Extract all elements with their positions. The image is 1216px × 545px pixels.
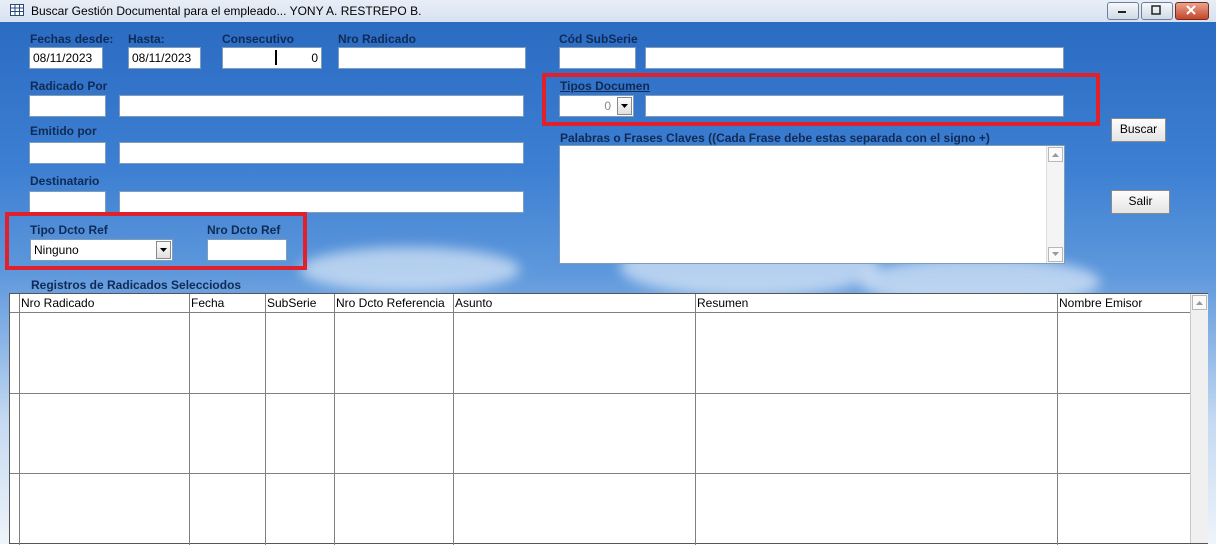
cloud bbox=[300, 247, 520, 292]
scroll-down-button[interactable] bbox=[1048, 247, 1063, 262]
tipo-dcto-ref-dropdown-button[interactable] bbox=[156, 241, 171, 259]
emitido-por-code-field[interactable] bbox=[29, 142, 106, 164]
table-row[interactable] bbox=[10, 313, 1190, 393]
window-title: Buscar Gestión Documental para el emplea… bbox=[31, 4, 422, 18]
radicado-por-label: Radicado Por bbox=[30, 79, 108, 93]
tipos-documen-dropdown-button[interactable] bbox=[617, 97, 632, 115]
radicado-por-code-field[interactable] bbox=[29, 95, 106, 117]
tipo-dcto-ref-select[interactable]: Ninguno bbox=[30, 239, 173, 261]
cod-subserie-name-field[interactable] bbox=[645, 47, 1064, 69]
column-header-subserie[interactable]: SubSerie bbox=[265, 294, 335, 313]
grid-scrollbar[interactable] bbox=[1190, 294, 1208, 543]
close-button[interactable] bbox=[1175, 2, 1209, 20]
emitido-por-label: Emitido por bbox=[30, 124, 97, 138]
salir-button[interactable]: Salir bbox=[1111, 190, 1170, 214]
destinatario-code-field[interactable] bbox=[29, 191, 106, 213]
palabras-textarea[interactable] bbox=[559, 145, 1065, 264]
tipos-documen-label: Tipos Documen bbox=[560, 79, 650, 93]
close-icon bbox=[1186, 5, 1196, 15]
column-header-fecha[interactable]: Fecha bbox=[189, 294, 266, 313]
buscar-button[interactable]: Buscar bbox=[1111, 118, 1166, 142]
cod-subserie-code-field[interactable] bbox=[559, 47, 636, 69]
column-header-resumen[interactable]: Resumen bbox=[695, 294, 1058, 313]
palabras-text bbox=[560, 146, 1045, 150]
hasta-field[interactable]: 08/11/2023 bbox=[128, 47, 201, 69]
nro-dcto-ref-label: Nro Dcto Ref bbox=[207, 223, 281, 237]
nro-dcto-ref-field[interactable] bbox=[207, 239, 287, 261]
maximize-icon bbox=[1151, 5, 1161, 15]
minimize-icon bbox=[1118, 11, 1126, 13]
scroll-up-button[interactable] bbox=[1048, 147, 1063, 162]
hasta-label: Hasta: bbox=[128, 32, 165, 46]
arrow-up-icon bbox=[1052, 153, 1059, 157]
fechas-desde-label: Fechas desde: bbox=[30, 32, 114, 46]
table-row[interactable] bbox=[10, 394, 1190, 473]
arrow-down-icon bbox=[1052, 252, 1059, 256]
emitido-por-name-field[interactable] bbox=[119, 142, 524, 164]
column-header-nro-dcto-referencia[interactable]: Nro Dcto Referencia bbox=[334, 294, 454, 313]
arrow-up-icon bbox=[1196, 301, 1203, 305]
tipo-dcto-ref-label: Tipo Dcto Ref bbox=[30, 223, 108, 237]
nro-radicado-field[interactable] bbox=[338, 47, 526, 69]
palabras-label: Palabras o Frases Claves ((Cada Frase de… bbox=[560, 131, 990, 145]
scroll-up-button[interactable] bbox=[1192, 295, 1207, 310]
registros-label: Registros de Radicados Selecciodos bbox=[31, 278, 242, 292]
column-header-nro-radicado[interactable]: Nro Radicado bbox=[19, 294, 190, 313]
datasheet-icon bbox=[10, 4, 24, 16]
destinatario-label: Destinatario bbox=[30, 174, 100, 188]
results-grid[interactable]: Nro Radicado Fecha SubSerie Nro Dcto Ref… bbox=[9, 293, 1208, 545]
column-header-asunto[interactable]: Asunto bbox=[453, 294, 696, 313]
consecutivo-field[interactable]: 0 bbox=[222, 47, 322, 69]
table-row[interactable] bbox=[10, 474, 1190, 544]
radicado-por-name-field[interactable] bbox=[119, 95, 524, 117]
chevron-down-icon bbox=[621, 104, 628, 108]
palabras-scrollbar[interactable] bbox=[1046, 146, 1064, 263]
chevron-down-icon bbox=[160, 248, 167, 252]
column-header-nombre-emisor[interactable]: Nombre Emisor bbox=[1057, 294, 1191, 313]
destinatario-name-field[interactable] bbox=[119, 191, 524, 213]
cod-subserie-label: Cód SubSerie bbox=[559, 32, 638, 46]
fechas-desde-field[interactable]: 08/11/2023 bbox=[29, 47, 103, 69]
nro-radicado-label: Nro Radicado bbox=[338, 32, 417, 46]
text-cursor bbox=[275, 50, 277, 65]
maximize-button[interactable] bbox=[1141, 2, 1173, 20]
title-bar: Buscar Gestión Documental para el emplea… bbox=[0, 0, 1216, 23]
consecutivo-label: Consecutivo bbox=[222, 32, 295, 46]
minimize-button[interactable] bbox=[1107, 2, 1139, 20]
tipos-documen-name-field[interactable] bbox=[645, 95, 1064, 117]
